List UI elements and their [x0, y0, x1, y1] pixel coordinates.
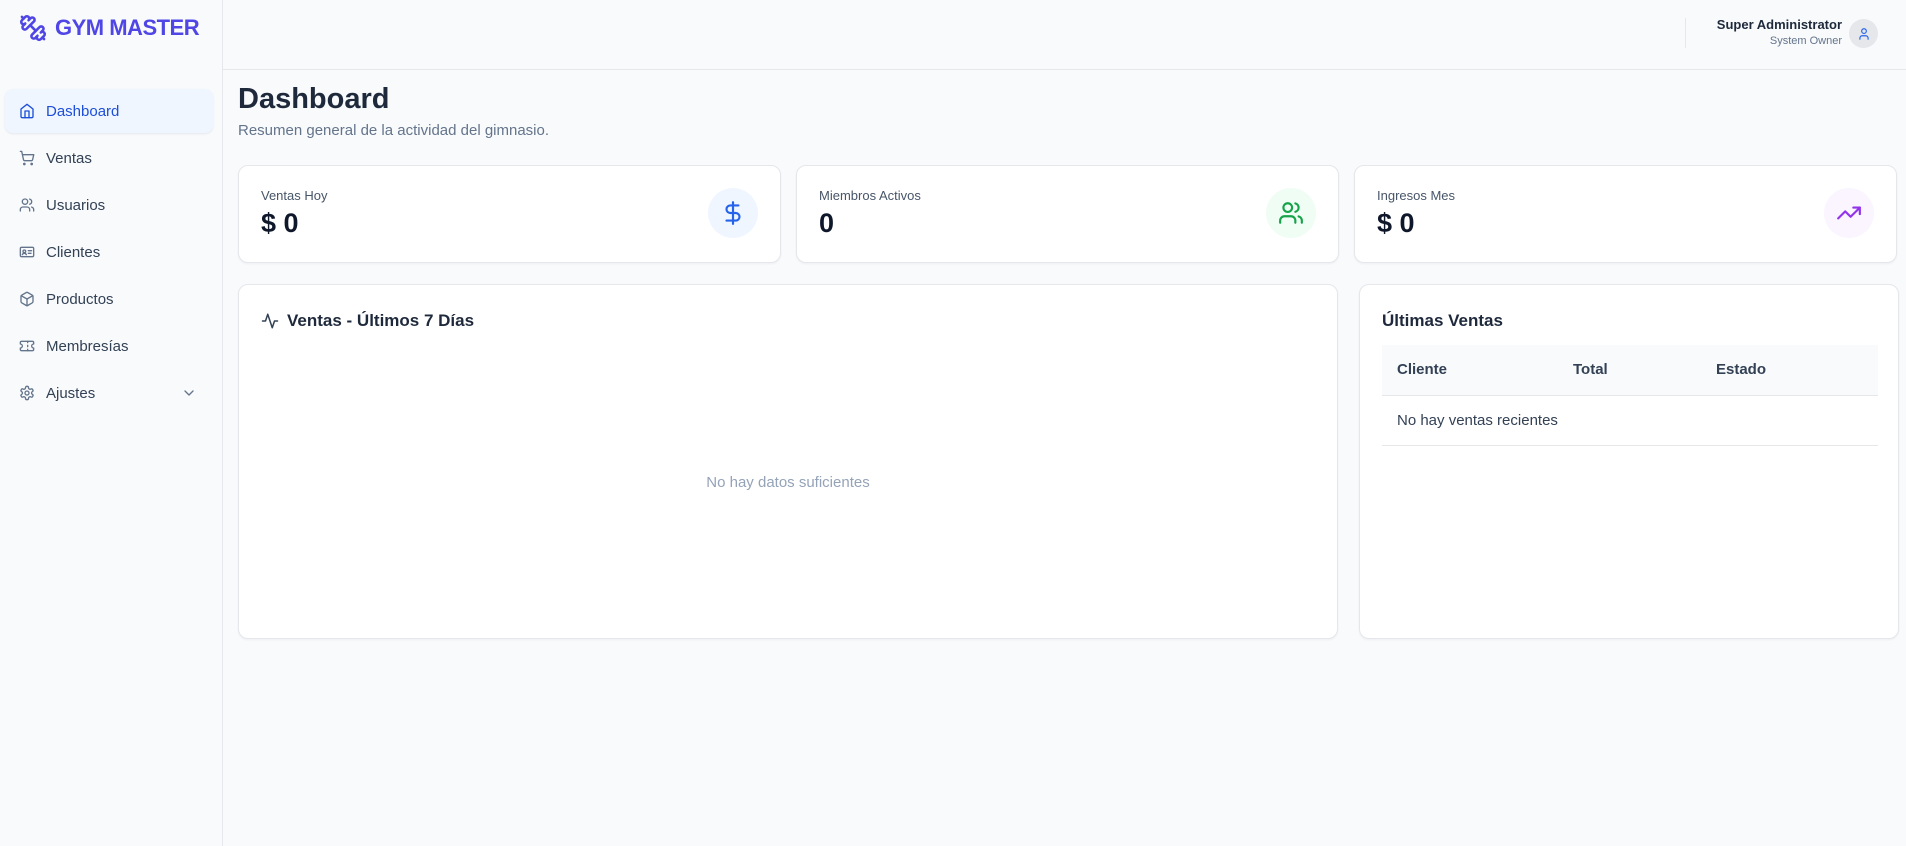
panel-title-text: Últimas Ventas: [1382, 311, 1503, 330]
sales-chart-panel: Ventas - Últimos 7 Días No hay datos suf…: [238, 284, 1338, 639]
top-bar: Super Administrator System Owner: [223, 0, 1906, 70]
column-header-cliente: Cliente: [1382, 345, 1558, 396]
stat-label: Miembros Activos: [819, 188, 921, 203]
panel-title-text: Ventas - Últimos 7 Días: [287, 311, 475, 330]
home-icon: [19, 103, 35, 119]
users-icon: [19, 197, 35, 213]
page-title: Dashboard: [238, 83, 390, 115]
panel-title: Ventas - Últimos 7 Días: [261, 311, 474, 331]
sidebar-nav: Dashboard Ventas Usuarios Clientes Produ…: [5, 89, 213, 418]
sidebar-item-dashboard[interactable]: Dashboard: [5, 89, 213, 133]
sidebar: GYM MASTER Dashboard Ventas Usuarios Cli…: [0, 0, 223, 846]
sidebar-item-productos[interactable]: Productos: [5, 277, 213, 321]
stat-card-ingresos-mes: Ingresos Mes $ 0: [1354, 165, 1897, 263]
sidebar-item-membresias[interactable]: Membresías: [5, 324, 213, 368]
sidebar-item-label: Ajustes: [46, 384, 96, 402]
stat-card-ventas-hoy: Ventas Hoy $ 0: [238, 165, 781, 263]
trending-up-icon: [1836, 200, 1862, 226]
recent-sales-panel: Últimas Ventas Cliente Total Estado No h…: [1359, 284, 1899, 639]
sidebar-item-clientes[interactable]: Clientes: [5, 230, 213, 274]
stat-card-miembros-activos: Miembros Activos 0: [796, 165, 1339, 263]
column-header-estado: Estado: [1701, 345, 1878, 396]
stat-icon-badge: [1824, 188, 1874, 238]
user-role: System Owner: [1769, 35, 1842, 47]
divider: [1685, 18, 1686, 48]
panel-title: Últimas Ventas: [1382, 311, 1503, 331]
user-info[interactable]: Super Administrator System Owner: [1717, 17, 1842, 47]
stat-icon-badge: [1266, 188, 1316, 238]
sidebar-item-usuarios[interactable]: Usuarios: [5, 183, 213, 227]
box-icon: [19, 291, 35, 307]
empty-chart-message: No hay datos suficientes: [706, 474, 870, 491]
brand-logo[interactable]: GYM MASTER: [19, 14, 200, 42]
page-subtitle: Resumen general de la actividad del gimn…: [238, 122, 550, 139]
main-content: Super Administrator System Owner Dashboa…: [223, 0, 1906, 846]
table-header-row: Cliente Total Estado: [1382, 345, 1878, 396]
sidebar-item-label: Clientes: [46, 243, 101, 261]
sidebar-item-label: Ventas: [46, 149, 92, 167]
stat-label: Ingresos Mes: [1377, 188, 1456, 203]
sidebar-item-label: Productos: [46, 290, 114, 308]
ticket-icon: [19, 338, 35, 354]
sidebar-item-ventas[interactable]: Ventas: [5, 136, 213, 180]
brand-name: GYM MASTER: [55, 15, 200, 40]
sidebar-item-label: Dashboard: [46, 102, 120, 120]
avatar[interactable]: [1849, 19, 1878, 48]
dumbbell-icon: [19, 14, 47, 42]
column-header-total: Total: [1558, 345, 1701, 396]
gear-icon: [19, 385, 35, 401]
activity-icon: [261, 312, 279, 330]
user-icon: [1857, 27, 1871, 41]
sidebar-item-label: Membresías: [46, 337, 129, 355]
stat-value: 0: [819, 208, 835, 238]
id-card-icon: [19, 244, 35, 260]
sidebar-item-ajustes[interactable]: Ajustes: [5, 371, 213, 415]
chevron-down-icon[interactable]: [181, 385, 197, 405]
stat-value: $ 0: [1377, 208, 1415, 238]
stat-label: Ventas Hoy: [261, 188, 328, 203]
users-icon: [1278, 200, 1304, 226]
dollar-icon: [720, 200, 746, 226]
table-row: No hay ventas recientes: [1382, 395, 1878, 446]
stat-value: $ 0: [261, 208, 299, 238]
sidebar-item-label: Usuarios: [46, 196, 106, 214]
user-name: Super Administrator: [1716, 17, 1842, 32]
recent-sales-table: Cliente Total Estado No hay ventas recie…: [1382, 345, 1878, 446]
empty-table-message: No hay ventas recientes: [1382, 395, 1878, 446]
shopping-cart-icon: [19, 150, 35, 166]
stat-icon-badge: [708, 188, 758, 238]
